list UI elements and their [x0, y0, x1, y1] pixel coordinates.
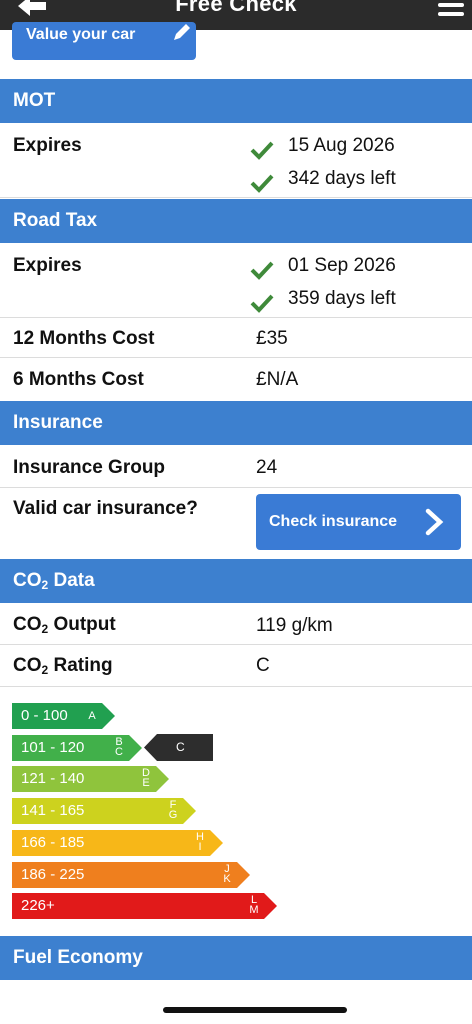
value-your-car-button[interactable]: Value your car — [12, 22, 196, 60]
mot-expires-row: Expires 15 Aug 2026 342 days left — [0, 123, 472, 198]
co2-band: 0 - 100 A — [12, 703, 115, 729]
six-months-cost-value: £N/A — [256, 369, 299, 390]
current-rating-badge: C — [144, 734, 214, 761]
mot-expires-label: Expires — [13, 135, 82, 156]
co2-output-row: CO2 Output 119 g/km — [0, 603, 472, 645]
insurance-group-value: 24 — [256, 457, 278, 478]
co2-band-range: 121 - 140 — [21, 770, 85, 788]
pencil-icon — [174, 24, 190, 40]
mot-days-left: 342 days left — [288, 168, 396, 189]
co2-rating-row: CO2 Rating C — [0, 645, 472, 687]
co2-output-label: CO2 Output — [13, 614, 116, 636]
co2-band-range: 141 - 165 — [21, 802, 85, 820]
road-tax-expiry-date: 01 Sep 2026 — [288, 255, 396, 276]
co2-band-letters: JK — [223, 862, 231, 885]
co2-band: 166 - 185 H I — [12, 829, 223, 856]
road-tax-section-header: Road Tax — [0, 199, 472, 243]
chevron-right-icon — [425, 508, 444, 536]
co2-band-letters: DE — [142, 767, 150, 790]
page-title: Free Check — [175, 0, 297, 16]
co2-band-range: 101 - 120 — [21, 738, 85, 756]
check-insurance-label: Check insurance — [269, 513, 398, 530]
co2-band: 121 - 140 D E — [12, 766, 169, 793]
road-tax-12-months-row: 12 Months Cost £35 — [0, 318, 472, 358]
co2-rating-value: C — [256, 655, 270, 676]
insurance-section-header: Insurance — [0, 401, 472, 445]
co2-band-range: 186 - 225 — [21, 865, 85, 883]
twelve-months-cost-label: 12 Months Cost — [13, 328, 155, 349]
value-your-car-label: Value your car — [26, 26, 136, 43]
mot-expiry-date: 15 Aug 2026 — [288, 135, 395, 156]
six-months-cost-label: 6 Months Cost — [13, 369, 144, 390]
fuel-economy-section-header: Fuel Economy — [0, 936, 472, 980]
co2-band: 141 - 165 F G — [12, 798, 196, 825]
twelve-months-cost-value: £35 — [256, 328, 288, 349]
co2-band: 186 - 225 J K — [12, 861, 250, 888]
check-insurance-button[interactable]: Check insurance — [256, 494, 461, 550]
mot-section-header: MOT — [0, 79, 472, 123]
hamburger-menu-icon[interactable] — [438, 0, 468, 20]
co2-band-range: 166 - 185 — [21, 833, 85, 851]
valid-insurance-label: Valid car insurance? — [13, 498, 198, 519]
road-tax-expires-label: Expires — [13, 255, 82, 276]
insurance-group-row: Insurance Group 24 — [0, 445, 472, 488]
road-tax-expires-row: Expires 01 Sep 2026 359 days left — [0, 243, 472, 318]
road-tax-6-months-row: 6 Months Cost £N/A — [0, 358, 472, 398]
check-icon — [250, 294, 274, 313]
co2-section-header: CO2 Data — [0, 559, 472, 603]
co2-band-letters: FG — [168, 799, 178, 822]
co2-rating-label: CO2 Rating — [13, 655, 113, 677]
check-icon — [250, 174, 274, 193]
co2-band-letters: HI — [196, 830, 204, 853]
co2-band: 101 - 120 B C — [12, 734, 142, 761]
co2-band-range: 226+ — [21, 897, 55, 915]
co2-band-letters: LM — [249, 894, 259, 917]
check-icon — [250, 141, 274, 160]
co2-output-value: 119 g/km — [256, 615, 333, 636]
home-indicator — [163, 1007, 347, 1013]
co2-band-letters: A — [88, 710, 96, 722]
co2-band-range: 0 - 100 — [21, 707, 68, 724]
insurance-group-label: Insurance Group — [13, 457, 166, 478]
co2-band-letters: BC — [115, 735, 123, 758]
co2-band: 226+ L M — [12, 893, 277, 920]
road-tax-days-left: 359 days left — [288, 288, 396, 309]
check-icon — [250, 261, 274, 280]
